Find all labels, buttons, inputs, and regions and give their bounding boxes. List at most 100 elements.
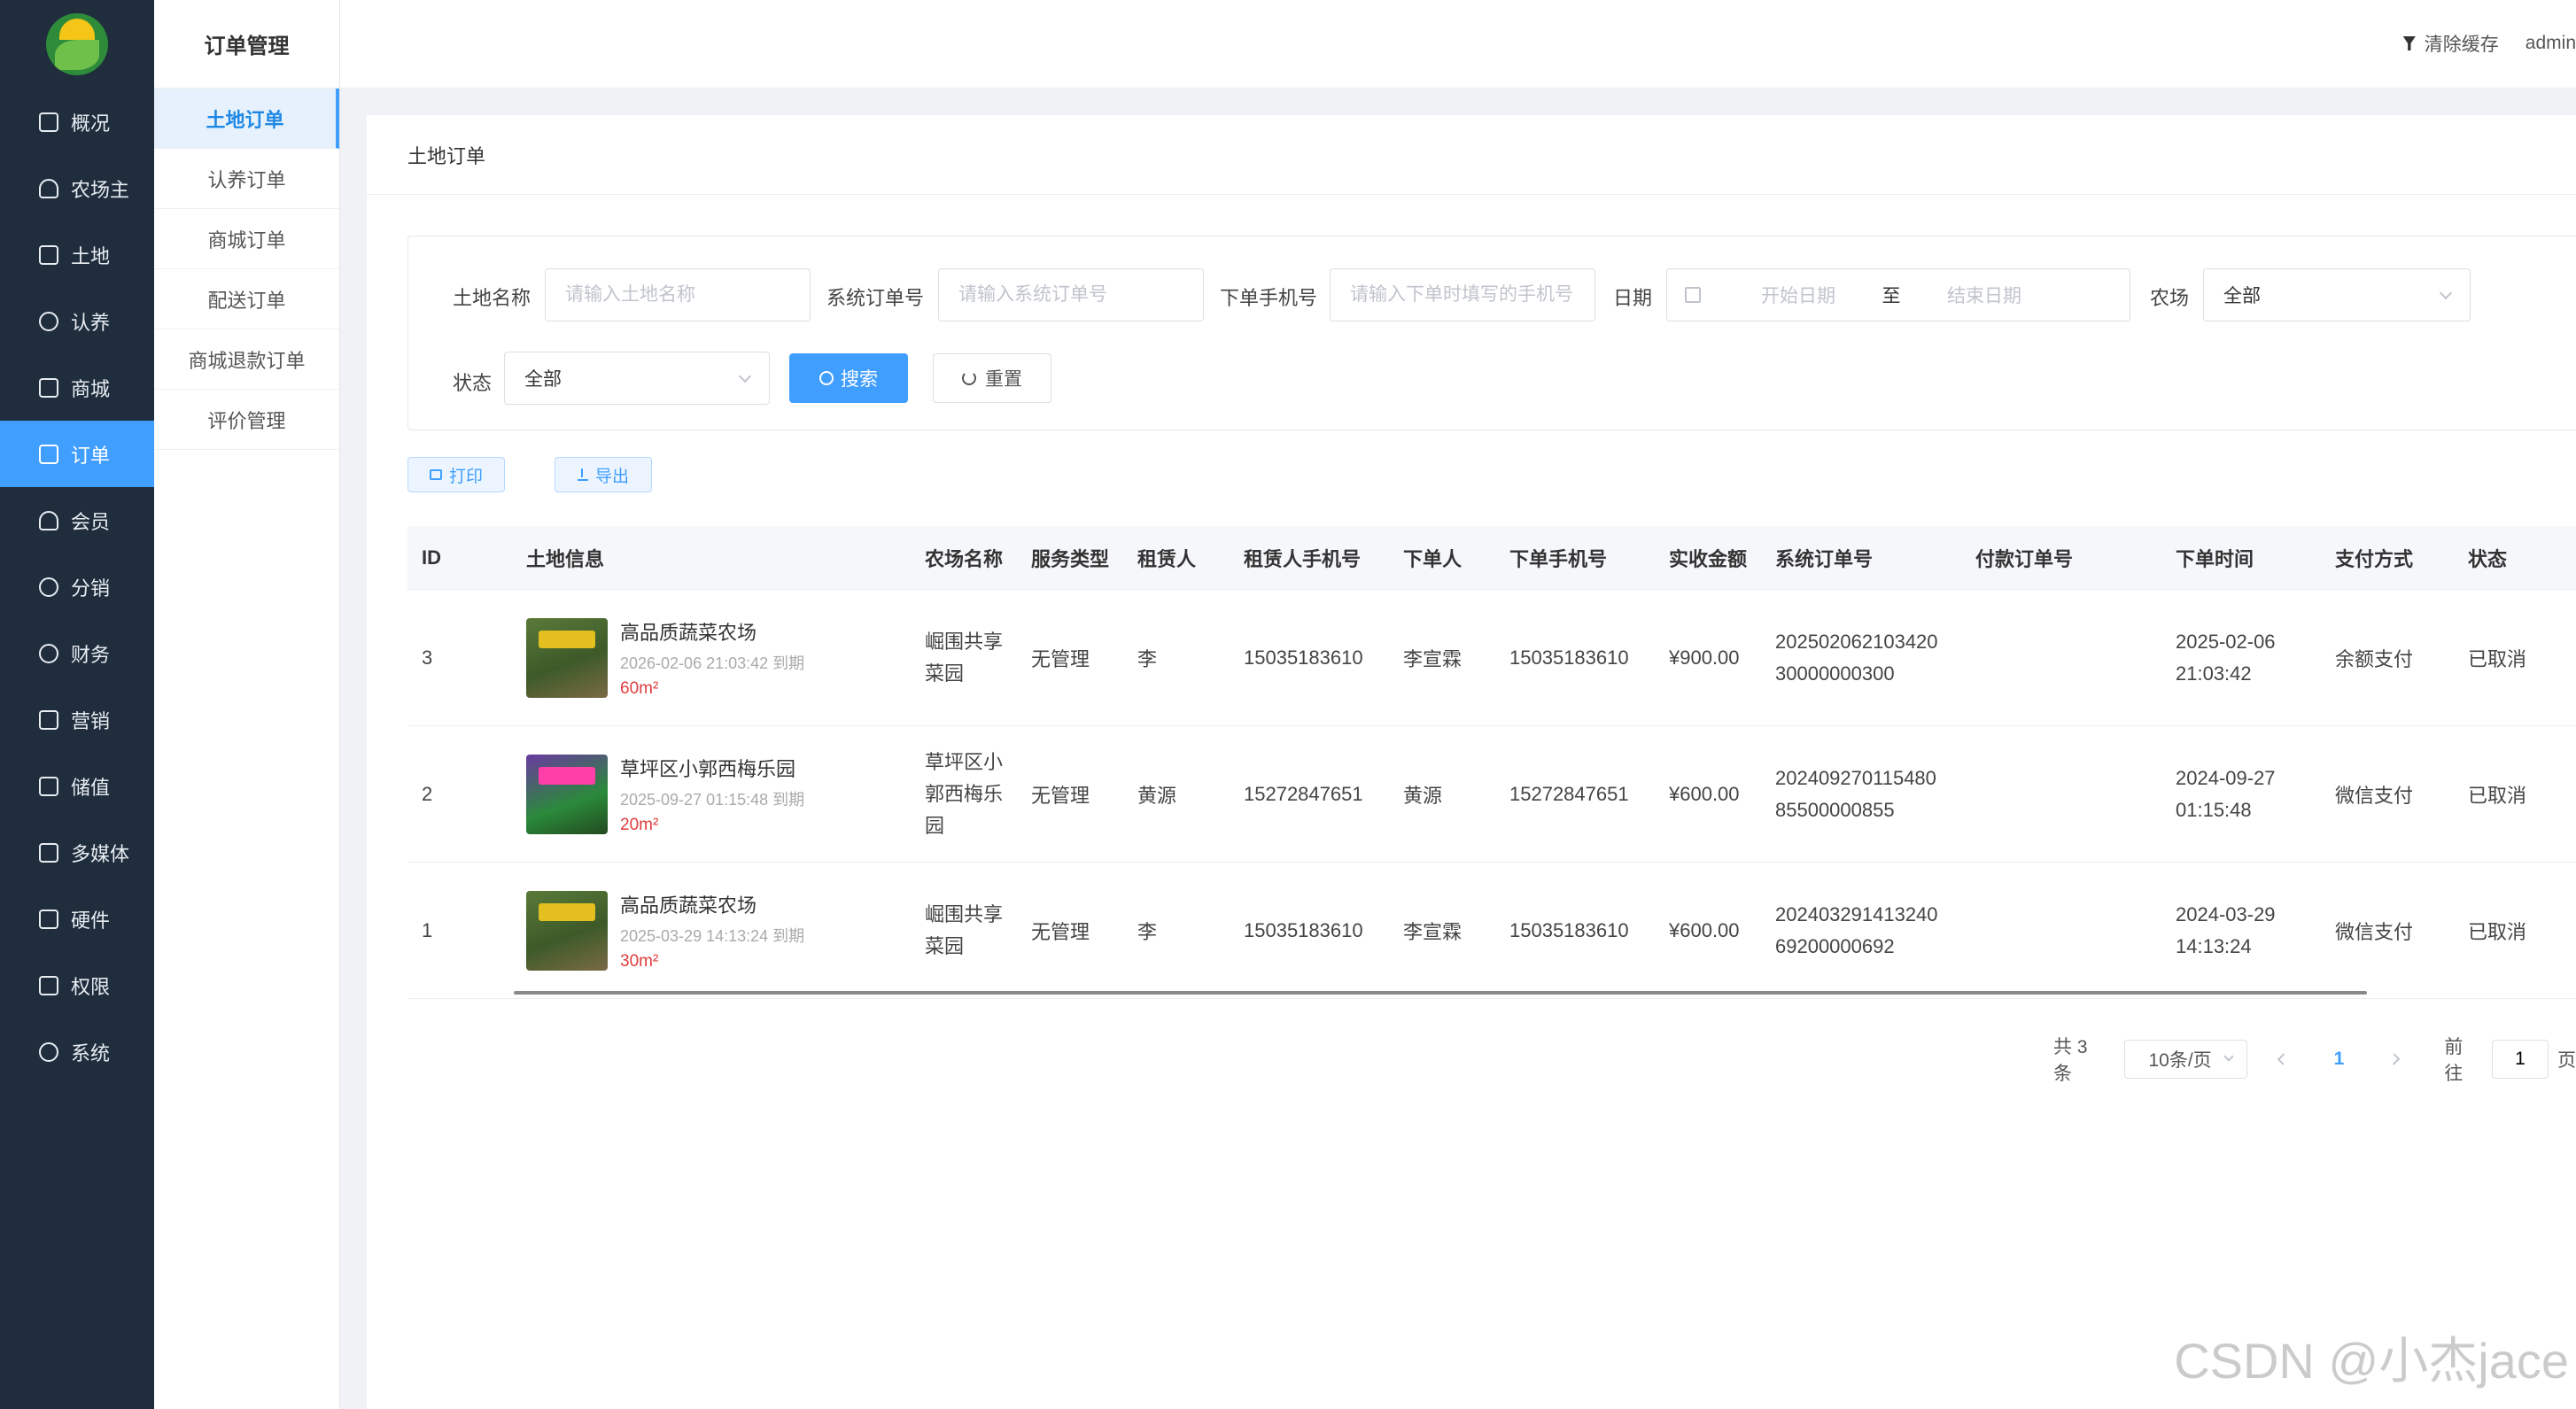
nav-label: 农场主 (71, 178, 130, 201)
sub-nav-land-orders[interactable]: 土地订单 (154, 89, 339, 149)
goto-suffix: 页 (2557, 1050, 2576, 1071)
order-time-line: 01:15:48 (2176, 798, 2252, 821)
nav-item-system[interactable]: 系统 (0, 1018, 154, 1085)
order-no-input[interactable] (938, 268, 1204, 321)
order-no-label: 系统订单号 (826, 287, 925, 309)
nav-item-mall[interactable]: 商城 (0, 354, 154, 421)
phone-input[interactable] (1330, 268, 1595, 321)
farm-label: 农场 (2150, 287, 2190, 309)
nav-item-stored-value[interactable]: 储值 (0, 753, 154, 819)
nav-label: 硬件 (71, 909, 111, 932)
nav-item-media[interactable]: 多媒体 (0, 819, 154, 886)
table-row[interactable]: 1 高品质蔬菜农场 2025-03-29 14:13:24 到期 30m² 崛围… (407, 863, 2576, 999)
user-icon (39, 178, 58, 198)
table-row[interactable]: 3 高品质蔬菜农场 2026-02-06 21:03:42 到期 60m² 崛围… (407, 590, 2576, 726)
goto-page-input[interactable] (2492, 1040, 2549, 1079)
search-button[interactable]: 搜索 (789, 353, 908, 403)
cell-amount: ¥600.00 (1669, 918, 1740, 941)
farm-select[interactable]: 全部 (2203, 268, 2471, 321)
nav-label: 分销 (71, 577, 111, 600)
table-horizontal-scrollbar[interactable] (514, 991, 2367, 995)
status-select-value: 全部 (524, 369, 562, 390)
land-thumbnail[interactable] (526, 617, 608, 698)
th-lessee: 租赁人 (1137, 547, 1197, 570)
nav-item-adopt[interactable]: 认养 (0, 288, 154, 354)
cell-id: 2 (422, 782, 433, 805)
nav-label: 权限 (71, 975, 111, 998)
next-page-icon[interactable] (2388, 1053, 2401, 1065)
cell-land-info: 高品质蔬菜农场 2025-03-29 14:13:24 到期 30m² (526, 890, 804, 972)
order-no-line: 202403291413240 (1775, 902, 1938, 925)
date-start[interactable]: 开始日期 (1736, 282, 1860, 308)
pagination-total: 共 3 条 (2053, 1037, 2088, 1084)
nav-item-overview[interactable]: 概况 (0, 89, 154, 155)
page-number[interactable]: 1 (2334, 1049, 2345, 1070)
th-system-order-no: 系统订单号 (1775, 547, 1874, 570)
cell-order-time: 2024-03-29 14:13:24 (2176, 899, 2276, 963)
cell-payment-method: 微信支付 (2335, 784, 2414, 807)
th-id: ID (422, 546, 441, 569)
farm-name-line: 菜园 (925, 934, 965, 957)
farm-name-line: 园 (925, 814, 945, 837)
nav-item-farmer[interactable]: 农场主 (0, 155, 154, 221)
nav-item-order[interactable]: 订单 (0, 421, 154, 487)
land-thumbnail[interactable] (526, 754, 608, 834)
status-select[interactable]: 全部 (504, 352, 770, 405)
table-row[interactable]: 2 草坪区小郭西梅乐园 2025-09-27 01:15:48 到期 20m² … (407, 726, 2576, 863)
nav-item-distribution[interactable]: 分销 (0, 554, 154, 620)
prev-page-icon[interactable] (2277, 1053, 2290, 1065)
goto-label: 前往 (2444, 1037, 2463, 1084)
main-card: 土地订单 土地名称 系统订单号 下单手机号 日期 开始日期 至 结束日期 农场 … (367, 115, 2576, 1409)
search-button-label: 搜索 (841, 369, 878, 390)
cell-order-phone: 15272847651 (1509, 782, 1629, 805)
nav-item-permission[interactable]: 权限 (0, 952, 154, 1018)
farm-select-value: 全部 (2223, 286, 2261, 306)
nav-item-hardware[interactable]: 硬件 (0, 886, 154, 952)
land-icon (39, 244, 58, 265)
cell-lessee-phone: 15035183610 (1244, 918, 1363, 941)
cell-lessee: 黄源 (1137, 784, 1177, 807)
nav-item-land[interactable]: 土地 (0, 221, 154, 288)
nav-label: 系统 (71, 1041, 111, 1064)
cell-lessee: 李 (1137, 920, 1158, 943)
land-thumbnail[interactable] (526, 890, 608, 971)
land-area: 20m² (620, 815, 659, 834)
cell-system-order-no: 202403291413240 69200000692 (1775, 899, 1938, 963)
land-name-input[interactable] (545, 268, 811, 321)
user-menu[interactable]: admin (2526, 33, 2576, 54)
clear-cache-button[interactable]: 清除缓存 (2402, 30, 2499, 57)
sub-nav-delivery-orders[interactable]: 配送订单 (154, 269, 339, 329)
cell-service: 无管理 (1031, 647, 1090, 670)
export-button[interactable]: 导出 (555, 457, 652, 492)
sub-nav-reviews[interactable]: 评价管理 (154, 390, 339, 450)
nav-label: 会员 (71, 510, 111, 533)
date-end[interactable]: 结束日期 (1922, 282, 2046, 308)
sub-nav-refund-orders[interactable]: 商城退款订单 (154, 329, 339, 390)
land-area: 60m² (620, 678, 659, 698)
cell-order-phone: 15035183610 (1509, 646, 1629, 669)
cell-land-info: 草坪区小郭西梅乐园 2025-09-27 01:15:48 到期 20m² (526, 754, 804, 835)
cell-service: 无管理 (1031, 920, 1090, 943)
clear-cache-label: 清除缓存 (2424, 35, 2499, 55)
th-lessee-phone: 租赁人手机号 (1244, 547, 1362, 570)
cell-payment-method: 微信支付 (2335, 920, 2414, 943)
cell-id: 3 (422, 646, 433, 669)
sub-nav-mall-orders[interactable]: 商城订单 (154, 209, 339, 269)
th-orderer: 下单人 (1403, 547, 1463, 570)
refresh-icon (39, 311, 58, 331)
nav-item-marketing[interactable]: 营销 (0, 686, 154, 753)
print-button[interactable]: 打印 (407, 457, 505, 492)
order-no-line: 202502062103420 (1775, 630, 1938, 653)
member-icon (39, 510, 58, 530)
th-farm-name: 农场名称 (925, 547, 1004, 570)
chevron-down-icon (738, 369, 752, 383)
cell-amount: ¥600.00 (1669, 782, 1740, 805)
media-icon (39, 842, 58, 863)
page-size-select[interactable]: 10条/页 (2124, 1040, 2248, 1079)
date-range-picker[interactable]: 开始日期 至 结束日期 (1666, 268, 2130, 321)
nav-label: 财务 (71, 643, 111, 666)
sub-nav-adopt-orders[interactable]: 认养订单 (154, 149, 339, 209)
nav-item-finance[interactable]: 财务 (0, 620, 154, 686)
reset-button[interactable]: 重置 (933, 353, 1051, 403)
nav-item-member[interactable]: 会员 (0, 487, 154, 554)
